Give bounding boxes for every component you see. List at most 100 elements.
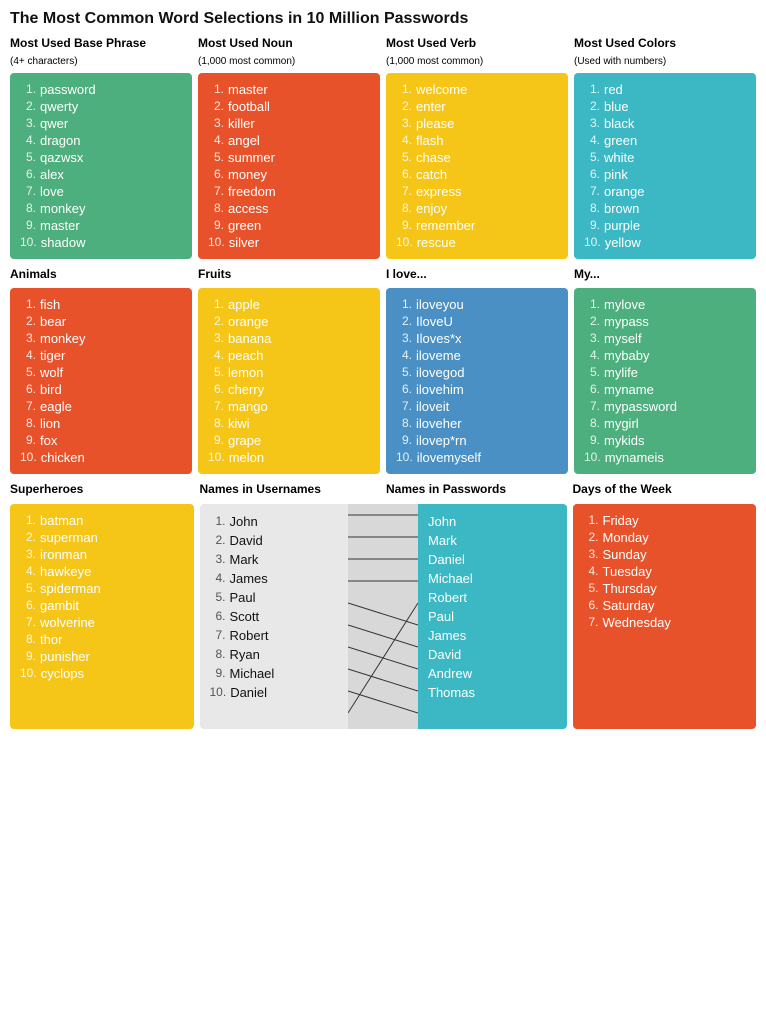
list-item: 2.Monday bbox=[583, 529, 747, 546]
section-label-names: Names in Usernames Names in Passwords bbox=[200, 482, 567, 502]
list-item: 2.orange bbox=[208, 313, 370, 330]
list-item: 2.David bbox=[210, 531, 339, 550]
list-item: 2.mypass bbox=[584, 313, 746, 330]
card-superheroes: 1.batman2.superman3.ironman4.hawkeye5.sp… bbox=[10, 504, 194, 729]
list-item: 5.qazwsx bbox=[20, 149, 182, 166]
list-item: 10.Daniel bbox=[210, 683, 339, 702]
list-item: 8.iloveher bbox=[396, 415, 558, 432]
list-item: 9.grape bbox=[208, 432, 370, 449]
list-item: 1.Friday bbox=[583, 512, 747, 529]
card-base-phrase: 1.password2.qwerty3.qwer4.dragon5.qazwsx… bbox=[10, 73, 192, 259]
list-item: 7.wolverine bbox=[20, 614, 184, 631]
list-item: 6.ilovehim bbox=[396, 381, 558, 398]
list-item: David bbox=[428, 645, 557, 664]
list-item: Michael bbox=[428, 569, 557, 588]
list-item: 1.welcome bbox=[396, 81, 558, 98]
list-item: 3.myself bbox=[584, 330, 746, 347]
list-item: 9.master bbox=[20, 217, 182, 234]
list-item: 5.Thursday bbox=[583, 580, 747, 597]
list-item: 8.brown bbox=[584, 200, 746, 217]
section-label-verb: Most Used Verb (1,000 most common) bbox=[386, 36, 568, 71]
list-item: 9.Michael bbox=[210, 664, 339, 683]
list-item: 1.fish bbox=[20, 296, 182, 313]
list-item: 3.Mark bbox=[210, 550, 339, 569]
list-item: 5.white bbox=[584, 149, 746, 166]
list-item: 7.Wednesday bbox=[583, 614, 747, 631]
list-item: 3.ironman bbox=[20, 546, 184, 563]
list-item: 5.Paul bbox=[210, 588, 339, 607]
list-item: 8.enjoy bbox=[396, 200, 558, 217]
list-item: 3.banana bbox=[208, 330, 370, 347]
section-label-fruits: Fruits bbox=[198, 267, 380, 287]
list-item: 1.John bbox=[210, 512, 339, 531]
list-item: 8.Ryan bbox=[210, 645, 339, 664]
list-item: 2.qwerty bbox=[20, 98, 182, 115]
list-item: 2.IloveU bbox=[396, 313, 558, 330]
list-item: 4.hawkeye bbox=[20, 563, 184, 580]
list-item: 7.love bbox=[20, 183, 182, 200]
list-item: 6.catch bbox=[396, 166, 558, 183]
list-item: 5.lemon bbox=[208, 364, 370, 381]
list-item: Thomas bbox=[428, 683, 557, 702]
list-item: 7.mango bbox=[208, 398, 370, 415]
list-item: 6.Saturday bbox=[583, 597, 747, 614]
list-item: 3.monkey bbox=[20, 330, 182, 347]
list-item: 4.Tuesday bbox=[583, 563, 747, 580]
list-item: 1.batman bbox=[20, 512, 184, 529]
list-item: 7.express bbox=[396, 183, 558, 200]
list-item: 1.password bbox=[20, 81, 182, 98]
page-title: The Most Common Word Selections in 10 Mi… bbox=[10, 10, 756, 28]
list-item: 2.enter bbox=[396, 98, 558, 115]
list-item: 8.lion bbox=[20, 415, 182, 432]
list-item: 2.blue bbox=[584, 98, 746, 115]
list-item: 5.chase bbox=[396, 149, 558, 166]
list-item: 6.myname bbox=[584, 381, 746, 398]
list-item: Mark bbox=[428, 531, 557, 550]
section-label-noun: Most Used Noun (1,000 most common) bbox=[198, 36, 380, 71]
list-item: 10.mynameis bbox=[584, 449, 746, 466]
list-item: Robert bbox=[428, 588, 557, 607]
list-item: 9.remember bbox=[396, 217, 558, 234]
list-item: 8.mygirl bbox=[584, 415, 746, 432]
list-item: 6.pink bbox=[584, 166, 746, 183]
list-item: 3.Iloves*x bbox=[396, 330, 558, 347]
list-item: 4.tiger bbox=[20, 347, 182, 364]
list-item: 8.kiwi bbox=[208, 415, 370, 432]
card-days: 1.Friday2.Monday3.Sunday4.Tuesday5.Thurs… bbox=[573, 504, 757, 729]
section-label-ilove: I love... bbox=[386, 267, 568, 287]
list-item: 6.money bbox=[208, 166, 370, 183]
list-item: 10.ilovemyself bbox=[396, 449, 558, 466]
section-label-animals: Animals bbox=[10, 267, 192, 287]
list-item: 6.bird bbox=[20, 381, 182, 398]
section-label-base: Most Used Base Phrase (4+ characters) bbox=[10, 36, 192, 71]
list-item: 2.football bbox=[208, 98, 370, 115]
names-connector bbox=[348, 504, 418, 729]
list-item: Andrew bbox=[428, 664, 557, 683]
section-label-days: Days of the Week bbox=[573, 482, 757, 502]
list-item: 7.freedom bbox=[208, 183, 370, 200]
list-item: 7.mypassword bbox=[584, 398, 746, 415]
list-item: Daniel bbox=[428, 550, 557, 569]
list-item: 5.summer bbox=[208, 149, 370, 166]
list-item: 3.killer bbox=[208, 115, 370, 132]
list-item: 5.wolf bbox=[20, 364, 182, 381]
list-item: 1.master bbox=[208, 81, 370, 98]
list-item: 1.red bbox=[584, 81, 746, 98]
list-item: 10.rescue bbox=[396, 234, 558, 251]
list-item: 1.mylove bbox=[584, 296, 746, 313]
list-item: 2.superman bbox=[20, 529, 184, 546]
list-item: 9.ilovep*rn bbox=[396, 432, 558, 449]
list-item: 8.thor bbox=[20, 631, 184, 648]
card-animals: 1.fish2.bear3.monkey4.tiger5.wolf6.bird7… bbox=[10, 288, 192, 474]
list-item: 1.iloveyou bbox=[396, 296, 558, 313]
list-item: 3.qwer bbox=[20, 115, 182, 132]
list-item: 4.James bbox=[210, 569, 339, 588]
card-noun: 1.master2.football3.killer4.angel5.summe… bbox=[198, 73, 380, 259]
card-fruits: 1.apple2.orange3.banana4.peach5.lemon6.c… bbox=[198, 288, 380, 474]
list-item: 5.spiderman bbox=[20, 580, 184, 597]
card-verb: 1.welcome2.enter3.please4.flash5.chase6.… bbox=[386, 73, 568, 259]
list-item: 1.apple bbox=[208, 296, 370, 313]
list-item: 4.green bbox=[584, 132, 746, 149]
names-passwords-card: JohnMarkDanielMichaelRobertPaulJamesDavi… bbox=[418, 504, 567, 729]
names-usernames-card: 1.John2.David3.Mark4.James5.Paul6.Scott7… bbox=[200, 504, 349, 729]
